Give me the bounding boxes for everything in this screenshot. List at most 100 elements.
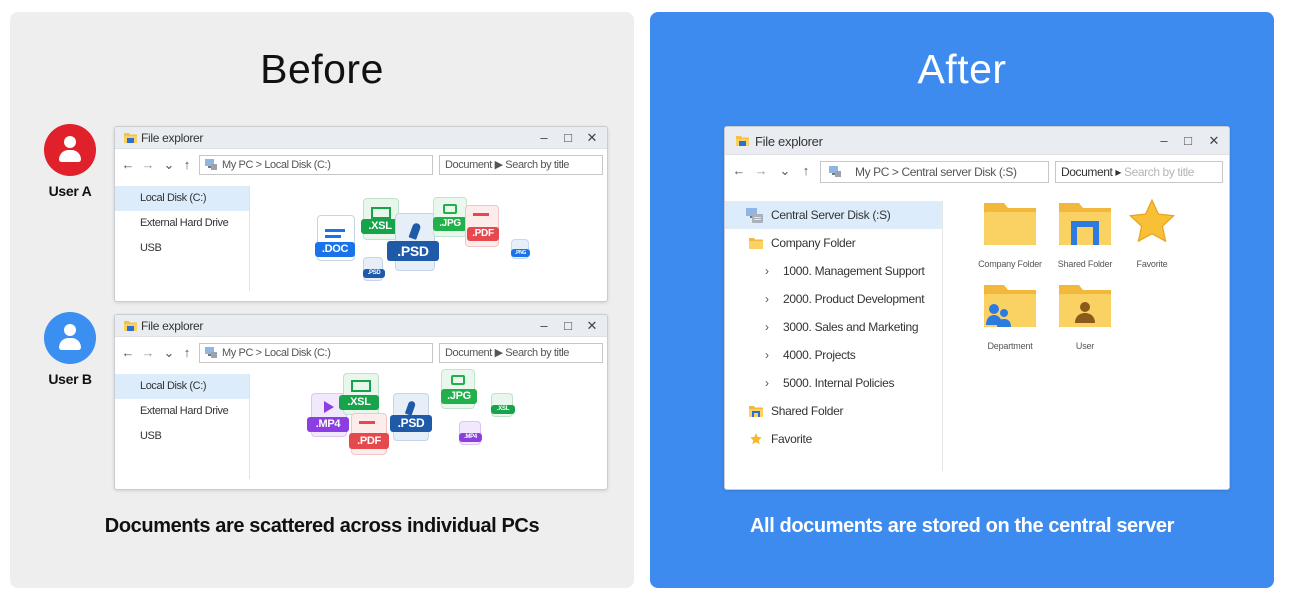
chevron-right-icon[interactable]: › (765, 369, 769, 397)
shared-folder-icon (749, 406, 763, 417)
before-title: Before (260, 46, 384, 92)
up-arrow-icon[interactable]: ↑ (798, 161, 814, 181)
search-prefix: Document ▸ (1061, 165, 1122, 179)
window-title: File explorer (141, 131, 204, 145)
tree-item-management-support[interactable]: › 1000. Management Support (725, 257, 942, 285)
sidebar: Local Disk (C:) External Hard Drive USB (115, 186, 250, 291)
chevron-right-icon[interactable]: › (765, 341, 769, 369)
user-a-label: User A (48, 183, 92, 199)
department-folder-icon (984, 285, 1036, 327)
back-arrow-icon[interactable]: ← (120, 155, 136, 175)
file-ext-label: .JPG (441, 389, 477, 404)
file-ext-label: .XSL (361, 219, 399, 234)
close-button[interactable]: ✕ (581, 128, 603, 148)
window-title: File explorer (141, 319, 204, 333)
user-folder-icon (1059, 285, 1111, 327)
tree-item-central-disk[interactable]: Central Server Disk (:S) (725, 201, 942, 229)
sidebar-item-external-drive[interactable]: External Hard Drive (115, 211, 249, 236)
address-text: My PC > Local Disk (C:) (222, 159, 331, 171)
up-arrow-icon[interactable]: ↑ (179, 343, 195, 363)
before-panel: Before User A User B File explorer – □ ✕… (10, 12, 634, 588)
grid-label: User (1075, 341, 1095, 351)
tree-label: 2000. Product Development (783, 292, 925, 306)
user-b-label: User B (48, 371, 92, 387)
address-bar[interactable]: My PC > Local Disk (C:) (199, 155, 433, 175)
sidebar-item-usb[interactable]: USB (115, 424, 249, 449)
after-caption: All documents are stored on the central … (750, 515, 1174, 537)
file-ext-label: .PDF (467, 227, 499, 241)
chevron-down-icon[interactable]: ⌄ (161, 155, 177, 175)
maximize-button[interactable]: □ (557, 316, 579, 336)
address-bar[interactable]: My PC > Central server Disk (:S) (820, 161, 1049, 183)
file-explorer-window-b: File explorer – □ ✕ ← → ⌄ ↑ My PC > Loca… (114, 314, 608, 490)
maximize-button[interactable]: □ (1177, 131, 1199, 151)
sidebar-item-usb[interactable]: USB (115, 236, 249, 261)
close-button[interactable]: ✕ (1203, 131, 1225, 151)
close-button[interactable]: ✕ (581, 316, 603, 336)
chevron-down-icon[interactable]: ⌄ (777, 161, 793, 181)
tree-item-internal-policies[interactable]: › 5000. Internal Policies (725, 369, 942, 397)
shared-folder-icon (1059, 203, 1111, 245)
chevron-down-icon[interactable]: ⌄ (161, 343, 177, 363)
minimize-button[interactable]: – (533, 128, 555, 148)
file-ext-label: .PNG (511, 249, 530, 257)
file-ext-label: .PSD (363, 269, 385, 278)
chevron-right-icon[interactable]: › (765, 285, 769, 313)
tree-label: 3000. Sales and Marketing (783, 320, 919, 334)
chevron-right-icon[interactable]: › (765, 257, 769, 285)
title-bar: File explorer – □ ✕ (115, 127, 607, 149)
folder-icon (124, 321, 137, 331)
folder-icon (124, 133, 137, 143)
search-input[interactable]: Document ▶ Search by title (439, 155, 603, 175)
back-arrow-icon[interactable]: ← (120, 343, 136, 363)
forward-arrow-icon[interactable]: → (753, 161, 769, 181)
tree-item-projects[interactable]: › 4000. Projects (725, 341, 942, 369)
address-text: My PC > Central server Disk (:S) (855, 165, 1017, 179)
file-ext-label: .MP4 (307, 417, 349, 432)
pc-icon (205, 159, 217, 170)
tree-item-product-development[interactable]: › 2000. Product Development (725, 285, 942, 313)
tree-item-sales-marketing[interactable]: › 3000. Sales and Marketing (725, 313, 942, 341)
file-ext-label: .DOC (315, 242, 355, 257)
address-text: My PC > Local Disk (C:) (222, 347, 331, 359)
up-arrow-icon[interactable]: ↑ (179, 155, 195, 175)
sidebar-item-local-disk[interactable]: Local Disk (C:) (115, 186, 249, 211)
tree-item-favorite[interactable]: Favorite (725, 425, 942, 453)
star-icon (1128, 198, 1176, 243)
tree-label: Company Folder (771, 236, 856, 250)
user-icon (44, 312, 96, 364)
title-bar: File explorer – □ ✕ (115, 315, 607, 337)
user-a: User A (38, 124, 102, 199)
search-input[interactable]: Document ▶ Search by title (439, 343, 603, 363)
maximize-button[interactable]: □ (557, 128, 579, 148)
user-icon (44, 124, 96, 176)
tree-label: Shared Folder (771, 404, 844, 418)
minimize-button[interactable]: – (1153, 131, 1175, 151)
search-placeholder: Search by title (1124, 165, 1195, 179)
file-ext-label: .PSD (390, 415, 432, 432)
search-input[interactable]: Document ▸ Search by title (1055, 161, 1223, 183)
user-b: User B (38, 312, 102, 387)
nav-row: ← → ⌄ ↑ My PC > Local Disk (C:) Document… (115, 342, 607, 364)
address-bar[interactable]: My PC > Local Disk (C:) (199, 343, 433, 363)
file-ext-label: .JPG (433, 217, 467, 231)
forward-arrow-icon[interactable]: → (140, 343, 156, 363)
back-arrow-icon[interactable]: ← (731, 161, 747, 181)
before-caption: Documents are scattered across individua… (104, 515, 540, 537)
title-bar: File explorer – □ ✕ (725, 127, 1229, 155)
file-area: .DOC .XSL .PSD .JPG .PDF .PSD .PNG (251, 177, 607, 301)
folder-icon (749, 238, 763, 249)
file-ext-label: .PDF (349, 433, 389, 449)
forward-arrow-icon[interactable]: → (140, 155, 156, 175)
sidebar-item-external-drive[interactable]: External Hard Drive (115, 399, 249, 424)
tree-item-shared-folder[interactable]: Shared Folder (725, 397, 942, 425)
tree-label: 4000. Projects (783, 348, 856, 362)
chevron-right-icon[interactable]: › (765, 313, 769, 341)
sidebar-item-local-disk[interactable]: Local Disk (C:) (115, 374, 249, 399)
tree-item-company-folder[interactable]: Company Folder (725, 229, 942, 257)
minimize-button[interactable]: – (533, 316, 555, 336)
grid-label: Favorite (1136, 259, 1168, 269)
file-ext-label: .XSL (491, 405, 515, 414)
nav-row: ← → ⌄ ↑ My PC > Local Disk (C:) Document… (115, 154, 607, 176)
folder-icon (736, 136, 749, 146)
